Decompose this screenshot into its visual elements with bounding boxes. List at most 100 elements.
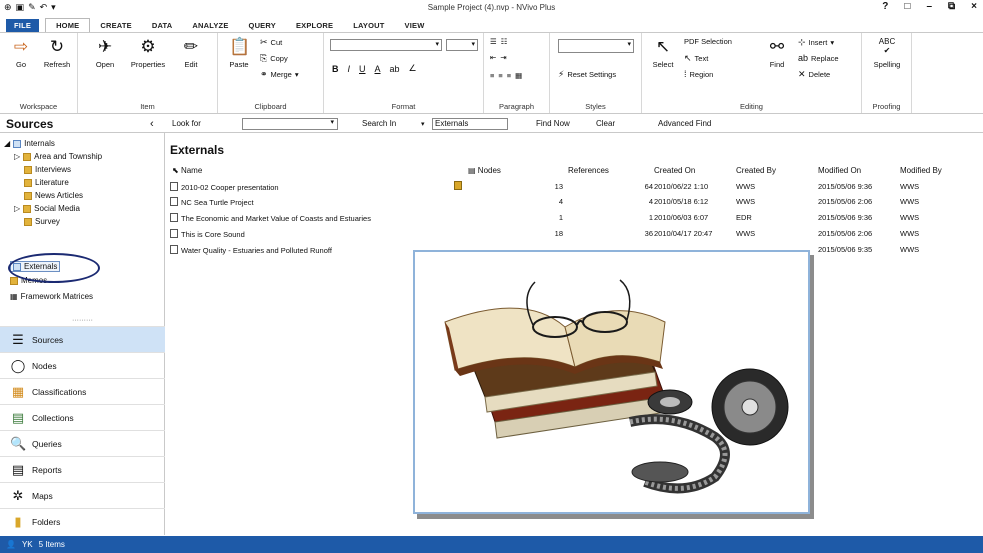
italic-icon[interactable]: I	[348, 64, 351, 74]
decrease-indent-icon[interactable]: ⇤	[490, 53, 496, 62]
edit-button[interactable]: ✏ Edit	[174, 37, 208, 69]
row-modified-by: WWS	[900, 197, 920, 206]
tree-item-internals[interactable]: ◢ Internals	[4, 139, 55, 148]
styles-select[interactable]: ▾	[558, 39, 634, 53]
close-button[interactable]: ×	[971, 1, 977, 12]
table-row[interactable]: The Economic and Market Value of Coasts …	[166, 213, 983, 224]
col-name[interactable]: ⬉ Name	[172, 166, 202, 175]
increase-indent-icon[interactable]: ⇥	[500, 53, 506, 62]
underline-icon[interactable]: U	[359, 64, 366, 74]
pane-splitter[interactable]: ·········	[0, 317, 165, 325]
tree-item-social-media[interactable]: ▷ Social Media	[14, 204, 80, 213]
table-row[interactable]: 2010-02 Cooper presentation 13 64 2010/0…	[166, 181, 983, 193]
align-center-icon[interactable]: ≡	[498, 71, 502, 80]
search-in-field[interactable]: Externals	[432, 118, 508, 130]
tab-file[interactable]: FILE	[6, 19, 40, 32]
help-button[interactable]: ?	[882, 1, 888, 12]
list-title: Externals	[170, 143, 225, 157]
pdf-selection-button[interactable]: PDF Selection	[684, 37, 732, 46]
tab-query[interactable]: QUERY	[239, 19, 286, 32]
paste-button[interactable]: 📋 Paste	[222, 37, 256, 69]
collapse-arrow-icon[interactable]: ◢	[4, 139, 10, 148]
col-nodes[interactable]: ▤ Nodes	[468, 166, 501, 175]
properties-button[interactable]: ⚙ Properties	[128, 37, 168, 69]
nav-sources[interactable]: ☰ Sources	[0, 326, 165, 352]
insert-button[interactable]: ⊹ Insert ▾	[798, 37, 834, 48]
find-bar: Sources ‹ Look for ▾ Search In ▾ Externa…	[0, 115, 983, 133]
row-created-on: 2010/04/17 20:47	[654, 229, 713, 238]
delete-button[interactable]: ✕ Delete	[798, 69, 830, 80]
find-now-button[interactable]: Find Now	[536, 119, 570, 128]
tab-home[interactable]: HOME	[45, 18, 91, 32]
nav-classifications[interactable]: ▦ Classifications	[0, 378, 165, 404]
maps-icon: ✲	[12, 487, 24, 503]
collapse-pane-button[interactable]: ‹	[150, 118, 154, 130]
row-modified-by: WWS	[900, 182, 920, 191]
cut-button[interactable]: ✂ Cut	[260, 37, 282, 48]
group-workspace: ⇨ Go ↻ Refresh Workspace	[0, 33, 78, 113]
tab-explore[interactable]: EXPLORE	[286, 19, 343, 32]
region-selection-button[interactable]: ⁞ Region	[684, 69, 713, 79]
reset-settings-button[interactable]: ⚡ Reset Settings	[558, 69, 616, 80]
tree-item-literature[interactable]: Literature	[24, 178, 69, 187]
minimize-button[interactable]: –	[926, 1, 932, 12]
refresh-button[interactable]: ↻ Refresh	[40, 37, 74, 69]
tab-analyze[interactable]: ANALYZE	[182, 19, 238, 32]
text-selection-button[interactable]: ↖ Text	[684, 53, 708, 64]
merge-icon: ⚭	[260, 69, 268, 79]
col-modified-on[interactable]: Modified On	[818, 166, 861, 175]
open-button[interactable]: ✈ Open	[88, 37, 122, 69]
tree-item-survey[interactable]: Survey	[24, 217, 60, 226]
tree-item-framework-matrices[interactable]: ▦ Framework Matrices	[10, 292, 93, 301]
search-in-label[interactable]: Search In	[362, 119, 396, 128]
row-name: This is Core Sound	[170, 229, 245, 239]
numbering-icon[interactable]: ☷	[501, 37, 508, 46]
bold-icon[interactable]: B	[332, 64, 339, 74]
nav-queries[interactable]: 🔍 Queries	[0, 430, 165, 456]
nav-folders[interactable]: ▮ Folders	[0, 508, 165, 534]
align-left-icon[interactable]: ≡	[490, 71, 494, 80]
table-row[interactable]: This is Core Sound 18 36 2010/04/17 20:4…	[166, 229, 983, 240]
nav-maps[interactable]: ✲ Maps	[0, 482, 165, 508]
col-created-by[interactable]: Created By	[736, 166, 776, 175]
col-created-on[interactable]: Created On	[654, 166, 695, 175]
chevron-down-icon: ▾	[471, 41, 475, 48]
font-color-icon[interactable]: A	[375, 64, 381, 74]
tab-layout[interactable]: LAYOUT	[343, 19, 394, 32]
tab-data[interactable]: DATA	[142, 19, 183, 32]
nav-reports[interactable]: ▤ Reports	[0, 456, 165, 482]
find-button[interactable]: ⚯ Find	[760, 37, 794, 69]
justify-icon[interactable]: ▦	[515, 71, 522, 80]
nav-collections[interactable]: ▤ Collections	[0, 404, 165, 430]
font-family-select[interactable]: ▾	[330, 39, 442, 51]
tree-item-interviews[interactable]: Interviews	[24, 165, 71, 174]
align-right-icon[interactable]: ≡	[507, 71, 511, 80]
advanced-find-button[interactable]: Advanced Find	[658, 119, 711, 128]
expand-arrow-icon[interactable]: ▷	[14, 204, 20, 213]
table-row[interactable]: NC Sea Turtle Project 4 4 2010/05/18 6:1…	[166, 197, 983, 208]
nav-nodes[interactable]: ◯ Nodes	[0, 352, 165, 378]
bullets-icon[interactable]: ☰	[490, 37, 497, 46]
go-button[interactable]: ⇨ Go	[4, 37, 38, 69]
look-for-input[interactable]: ▾	[242, 118, 338, 130]
tab-create[interactable]: CREATE	[90, 19, 141, 32]
spelling-button[interactable]: ABC ✔ Spelling	[868, 37, 906, 69]
ribbon-display-button[interactable]: □	[904, 1, 910, 12]
sources-pane: ◢ Internals ▷ Area and Township Intervie…	[0, 133, 165, 535]
merge-button[interactable]: ⚭ Merge ▾	[260, 69, 299, 80]
col-references[interactable]: References	[568, 166, 609, 175]
clear-button[interactable]: Clear	[596, 119, 615, 128]
highlight-icon[interactable]: ab	[390, 64, 400, 74]
clear-format-icon[interactable]: ∠	[409, 63, 417, 74]
restore-button[interactable]: ⧉	[948, 1, 955, 12]
copy-button[interactable]: ⎘ Copy	[260, 53, 288, 64]
tab-view[interactable]: VIEW	[395, 19, 435, 32]
replace-button[interactable]: ab Replace	[798, 53, 839, 63]
expand-arrow-icon[interactable]: ▷	[14, 152, 20, 161]
font-size-select[interactable]: ▾	[446, 39, 478, 51]
row-modified-by: WWS	[900, 245, 920, 254]
tree-item-area-and-township[interactable]: ▷ Area and Township	[14, 152, 102, 161]
tree-item-news-articles[interactable]: News Articles	[24, 191, 83, 200]
col-modified-by[interactable]: Modified By	[900, 166, 942, 175]
select-button[interactable]: ↖ Select	[646, 37, 680, 69]
